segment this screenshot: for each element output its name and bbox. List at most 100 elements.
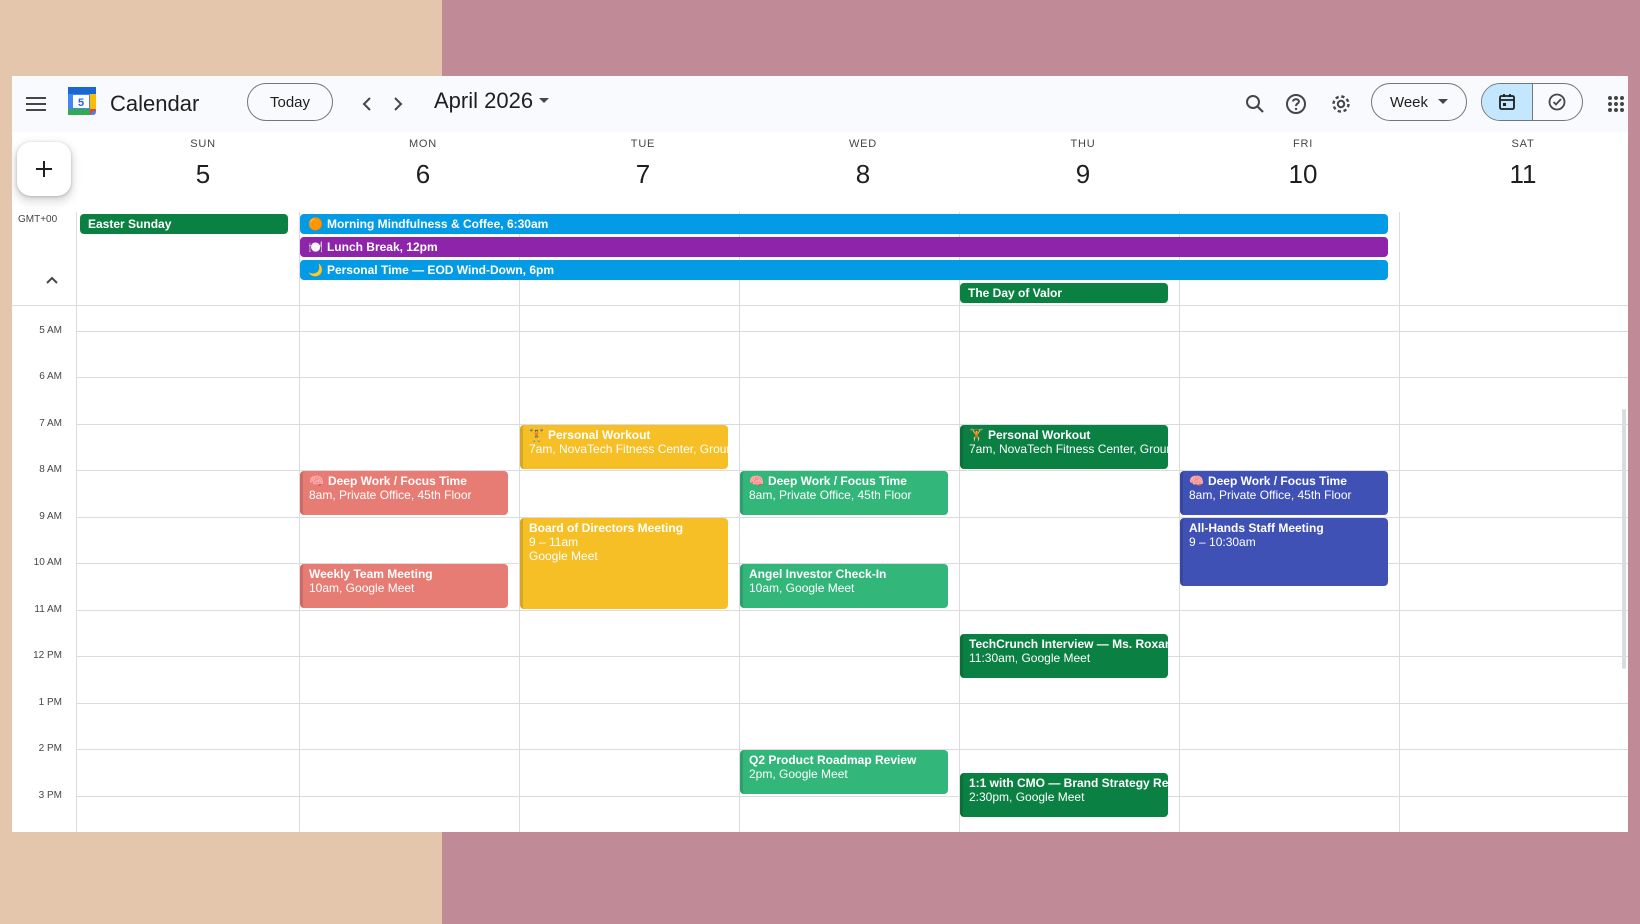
view-label: Week (1389, 93, 1429, 111)
event-details: 8am, Private Office, 45th Floor (1189, 488, 1352, 502)
hour-label: 12 PM (33, 650, 62, 661)
calendar-event[interactable]: 1:1 with CMO — Brand Strategy Review 2:3… (960, 773, 1168, 817)
gear-icon (1332, 95, 1350, 113)
all-day-event[interactable]: The Day of Valor (960, 283, 1168, 303)
hour-line (76, 796, 1628, 797)
event-details: 7am, NovaTech Fitness Center, Ground (969, 442, 1168, 456)
calendar-event[interactable]: All-Hands Staff Meeting 9 – 10:30am (1180, 518, 1388, 586)
hour-line (76, 517, 1628, 518)
calendar-app: 5 Calendar Today April 2026 Week SUN 5 M… (12, 76, 1628, 832)
day-name: TUE (630, 138, 656, 150)
event-title: Easter Sunday (88, 217, 172, 231)
event-time: 9 – 11am (529, 535, 579, 549)
help-button[interactable] (1278, 86, 1314, 122)
chevron-right-icon (394, 97, 403, 111)
event-title: Angel Investor Check-In (749, 567, 887, 581)
all-day-event[interactable]: 🍽️ Lunch Break, 12pm (300, 237, 1388, 257)
day-name: WED (848, 138, 878, 150)
day-number[interactable]: 6 (318, 160, 528, 188)
calendar-event[interactable]: 🧠 Deep Work / Focus Time 8am, Private Off… (740, 471, 948, 515)
apps-grid-icon (1608, 96, 1624, 112)
event-title: Deep Work / Focus Time (767, 474, 907, 488)
logo-day-number: 5 (78, 97, 84, 109)
event-time: 9 – 10:30am (1189, 535, 1256, 549)
event-details: 8am, Private Office, 45th Floor (749, 488, 912, 502)
calendar-logo-icon[interactable]: 5 (66, 85, 98, 117)
event-emoji: 🏋️ (529, 428, 544, 442)
today-button[interactable]: Today (247, 83, 333, 121)
hour-label: 9 AM (39, 511, 62, 522)
calendar-view-toggle[interactable] (1482, 84, 1532, 120)
next-week-button[interactable] (382, 88, 414, 120)
day-number[interactable]: 11 (1418, 160, 1628, 188)
day-number[interactable]: 5 (98, 160, 308, 188)
event-title: TechCrunch Interview — Ms. Roxanne (969, 637, 1168, 651)
all-day-event[interactable]: 🌙 Personal Time — EOD Wind-Down, 6pm (300, 260, 1388, 280)
event-title: Personal Workout (987, 428, 1091, 442)
hour-label: 10 AM (33, 557, 62, 568)
main-menu-button[interactable] (20, 88, 52, 120)
event-title: Q2 Product Roadmap Review (749, 753, 917, 767)
calendar-event[interactable]: Board of Directors Meeting 9 – 11am Goog… (520, 518, 728, 609)
chevron-up-icon (46, 276, 58, 284)
hour-label: 5 AM (39, 325, 62, 336)
all-day-event[interactable]: Easter Sunday (80, 214, 288, 234)
hour-label: 11 AM (34, 604, 62, 615)
hour-line (76, 656, 1628, 657)
calendar-event[interactable]: 🧠 Deep Work / Focus Time 8am, Private Off… (300, 471, 508, 515)
event-title: Deep Work / Focus Time (327, 474, 467, 488)
create-event-button[interactable] (17, 142, 71, 196)
event-emoji: 🧠 (309, 474, 324, 488)
hour-label: 1 PM (38, 697, 62, 708)
event-details: 10am, Google Meet (749, 581, 855, 595)
day-name: FRI (1292, 138, 1314, 150)
vertical-scrollbar[interactable] (1622, 409, 1626, 669)
day-header-tue: TUE 7 (538, 138, 748, 188)
day-name: SUN (190, 138, 216, 150)
event-title: All-Hands Staff Meeting (1189, 521, 1324, 535)
chevron-left-icon (362, 97, 371, 111)
day-name: THU (1070, 138, 1096, 150)
tasks-view-toggle[interactable] (1531, 84, 1583, 120)
settings-button[interactable] (1323, 86, 1359, 122)
hour-line (76, 377, 1628, 378)
hour-label: 8 AM (39, 464, 62, 475)
day-number[interactable]: 7 (538, 160, 748, 188)
day-header-fri: FRI 10 (1198, 138, 1408, 188)
calendar-icon (1498, 94, 1515, 110)
day-header-mon: MON 6 (318, 138, 528, 188)
day-header-sat: SAT 11 (1418, 138, 1628, 188)
event-emoji: 🌙 (308, 263, 323, 277)
event-title: Weekly Team Meeting (309, 567, 433, 581)
calendar-tasks-toggle (1481, 83, 1583, 121)
calendar-event[interactable]: Angel Investor Check-In 10am, Google Mee… (740, 564, 948, 608)
calendar-event[interactable]: 🏋️ Personal Workout 7am, NovaTech Fitness… (960, 425, 1168, 469)
caret-down-icon (1438, 99, 1449, 104)
view-selector[interactable]: Week (1371, 83, 1467, 121)
hour-label: 7 AM (39, 418, 62, 429)
day-number[interactable]: 10 (1198, 160, 1408, 188)
help-icon (1286, 94, 1306, 114)
previous-week-button[interactable] (351, 88, 383, 120)
day-number[interactable]: 9 (978, 160, 1188, 188)
hamburger-icon (26, 97, 46, 111)
calendar-event[interactable]: Q2 Product Roadmap Review 2pm, Google Me… (740, 750, 948, 794)
search-icon (1246, 95, 1264, 113)
calendar-event[interactable]: 🧠 Deep Work / Focus Time 8am, Private Off… (1180, 471, 1388, 515)
calendar-event[interactable]: TechCrunch Interview — Ms. Roxanne 11:30… (960, 634, 1168, 678)
all-day-event[interactable]: 🟠 Morning Mindfulness & Coffee, 6:30am (300, 214, 1388, 234)
month-picker[interactable]: April 2026 (434, 87, 550, 115)
calendar-event[interactable]: Weekly Team Meeting 10am, Google Meet (300, 564, 508, 608)
timezone-label: GMT+00 (18, 214, 58, 225)
search-button[interactable] (1237, 86, 1273, 122)
collapse-all-day-button[interactable] (40, 268, 64, 292)
calendar-event[interactable]: 🏋️ Personal Workout 7am, NovaTech Fitness… (520, 425, 728, 469)
day-number[interactable]: 8 (758, 160, 968, 188)
event-emoji: 🧠 (1189, 474, 1204, 488)
event-title: Deep Work / Focus Time (1207, 474, 1347, 488)
event-location: Google Meet (529, 549, 598, 563)
google-apps-button[interactable] (1598, 86, 1628, 122)
event-details: 7am, NovaTech Fitness Center, Ground (529, 442, 728, 456)
hour-line (76, 424, 1628, 425)
event-emoji: 🍽️ (308, 240, 323, 254)
